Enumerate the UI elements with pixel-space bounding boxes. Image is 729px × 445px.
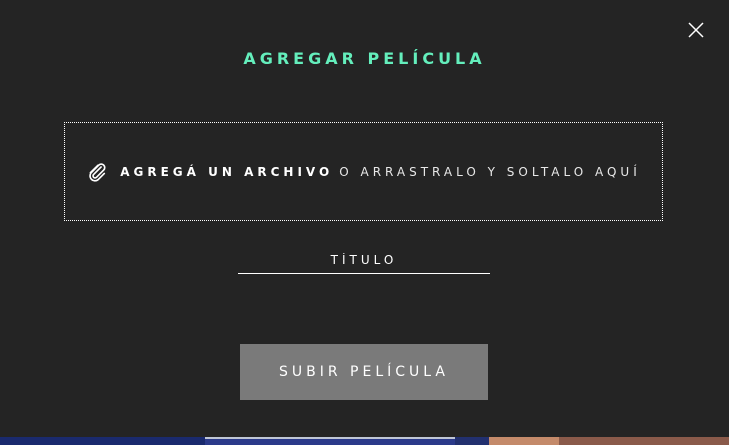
dropzone-add-file-link[interactable]: AGREGÁ UN ARCHIVO (120, 165, 333, 179)
background-segment (455, 437, 489, 445)
background-peek (0, 437, 729, 445)
paperclip-icon (89, 162, 106, 182)
background-segment (489, 437, 559, 445)
close-button[interactable] (686, 20, 706, 40)
title-field (238, 247, 490, 275)
background-segment (559, 437, 729, 445)
dropzone-content: AGREGÁ UN ARCHIVO O ARRASTRALO Y SOLTALO… (86, 161, 641, 183)
upload-movie-modal: AGREGAR PELÍCULA AGREGÁ UN ARCHIVO O ARR… (0, 0, 729, 445)
dropzone-drag-hint: O ARRASTRALO Y SOLTALO AQUÍ (339, 164, 641, 179)
modal-title: AGREGAR PELÍCULA (243, 49, 486, 68)
submit-movie-button[interactable]: SUBIR PELÍCULA (240, 344, 488, 400)
close-icon[interactable] (686, 20, 706, 40)
title-input[interactable] (238, 247, 490, 274)
background-segment (205, 437, 455, 445)
file-dropzone[interactable]: AGREGÁ UN ARCHIVO O ARRASTRALO Y SOLTALO… (64, 122, 663, 221)
background-segment (0, 437, 205, 445)
